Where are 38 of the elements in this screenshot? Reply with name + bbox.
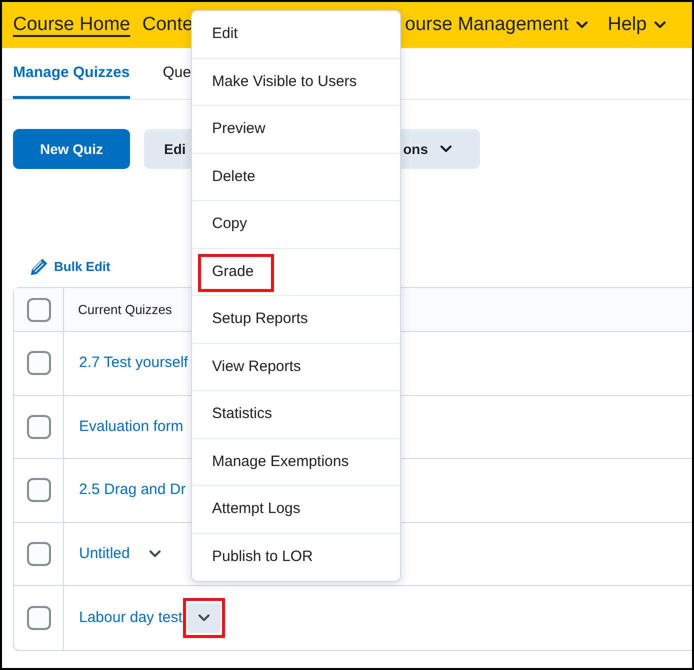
chevron-down-icon — [440, 145, 452, 153]
checkbox[interactable] — [26, 606, 50, 630]
tab[interactable]: Que — [162, 59, 192, 99]
new-quiz-button[interactable]: New Quiz — [13, 129, 130, 169]
menu-item[interactable]: Grade — [192, 248, 400, 296]
chevron-down-icon — [148, 550, 161, 558]
quiz-link[interactable]: Untitled — [79, 542, 130, 565]
tab[interactable]: Manage Quizzes — [13, 59, 130, 99]
nav-link[interactable]: Course Home — [13, 10, 130, 40]
menu-item[interactable]: Setup Reports — [192, 296, 400, 344]
nav-link[interactable]: ourse Management — [404, 10, 588, 40]
menu-item[interactable]: Manage Exemptions — [192, 438, 400, 486]
quiz-link[interactable]: 2.5 Drag and Dr — [79, 479, 186, 502]
chevron-down-icon — [654, 21, 666, 29]
menu-item[interactable]: Publish to LOR — [192, 534, 400, 581]
quiz-link[interactable]: 2.7 Test yourself — [79, 352, 188, 374]
menu-item[interactable]: Attempt Logs — [192, 486, 400, 534]
checkbox[interactable] — [26, 414, 50, 439]
menu-item[interactable]: Delete — [192, 154, 400, 201]
pencil-icon — [30, 258, 48, 276]
quiz-link[interactable]: Labour day test — [79, 606, 182, 629]
menu-item[interactable]: Preview — [192, 106, 400, 154]
nav-link[interactable]: Help — [608, 10, 666, 40]
menu-item[interactable]: View Reports — [192, 344, 400, 391]
bulk-edit-link[interactable]: Bulk Edit — [30, 257, 110, 277]
nav-link[interactable]: Conte — [142, 10, 193, 40]
checkbox[interactable] — [26, 542, 50, 566]
quiz-link[interactable]: Evaluation form — [79, 416, 184, 438]
checkbox[interactable] — [26, 298, 50, 322]
checkbox[interactable] — [26, 478, 50, 502]
menu-item[interactable]: Edit — [192, 11, 400, 58]
chevron-down-icon — [576, 21, 588, 29]
column-header: Current Quizzes — [78, 300, 172, 319]
menu-item[interactable]: Make Visible to Users — [192, 58, 400, 106]
menu-item[interactable]: Statistics — [192, 391, 400, 438]
checkbox[interactable] — [26, 351, 50, 376]
chevron-down-icon — [198, 614, 210, 622]
menu-item[interactable]: Copy — [192, 201, 400, 248]
